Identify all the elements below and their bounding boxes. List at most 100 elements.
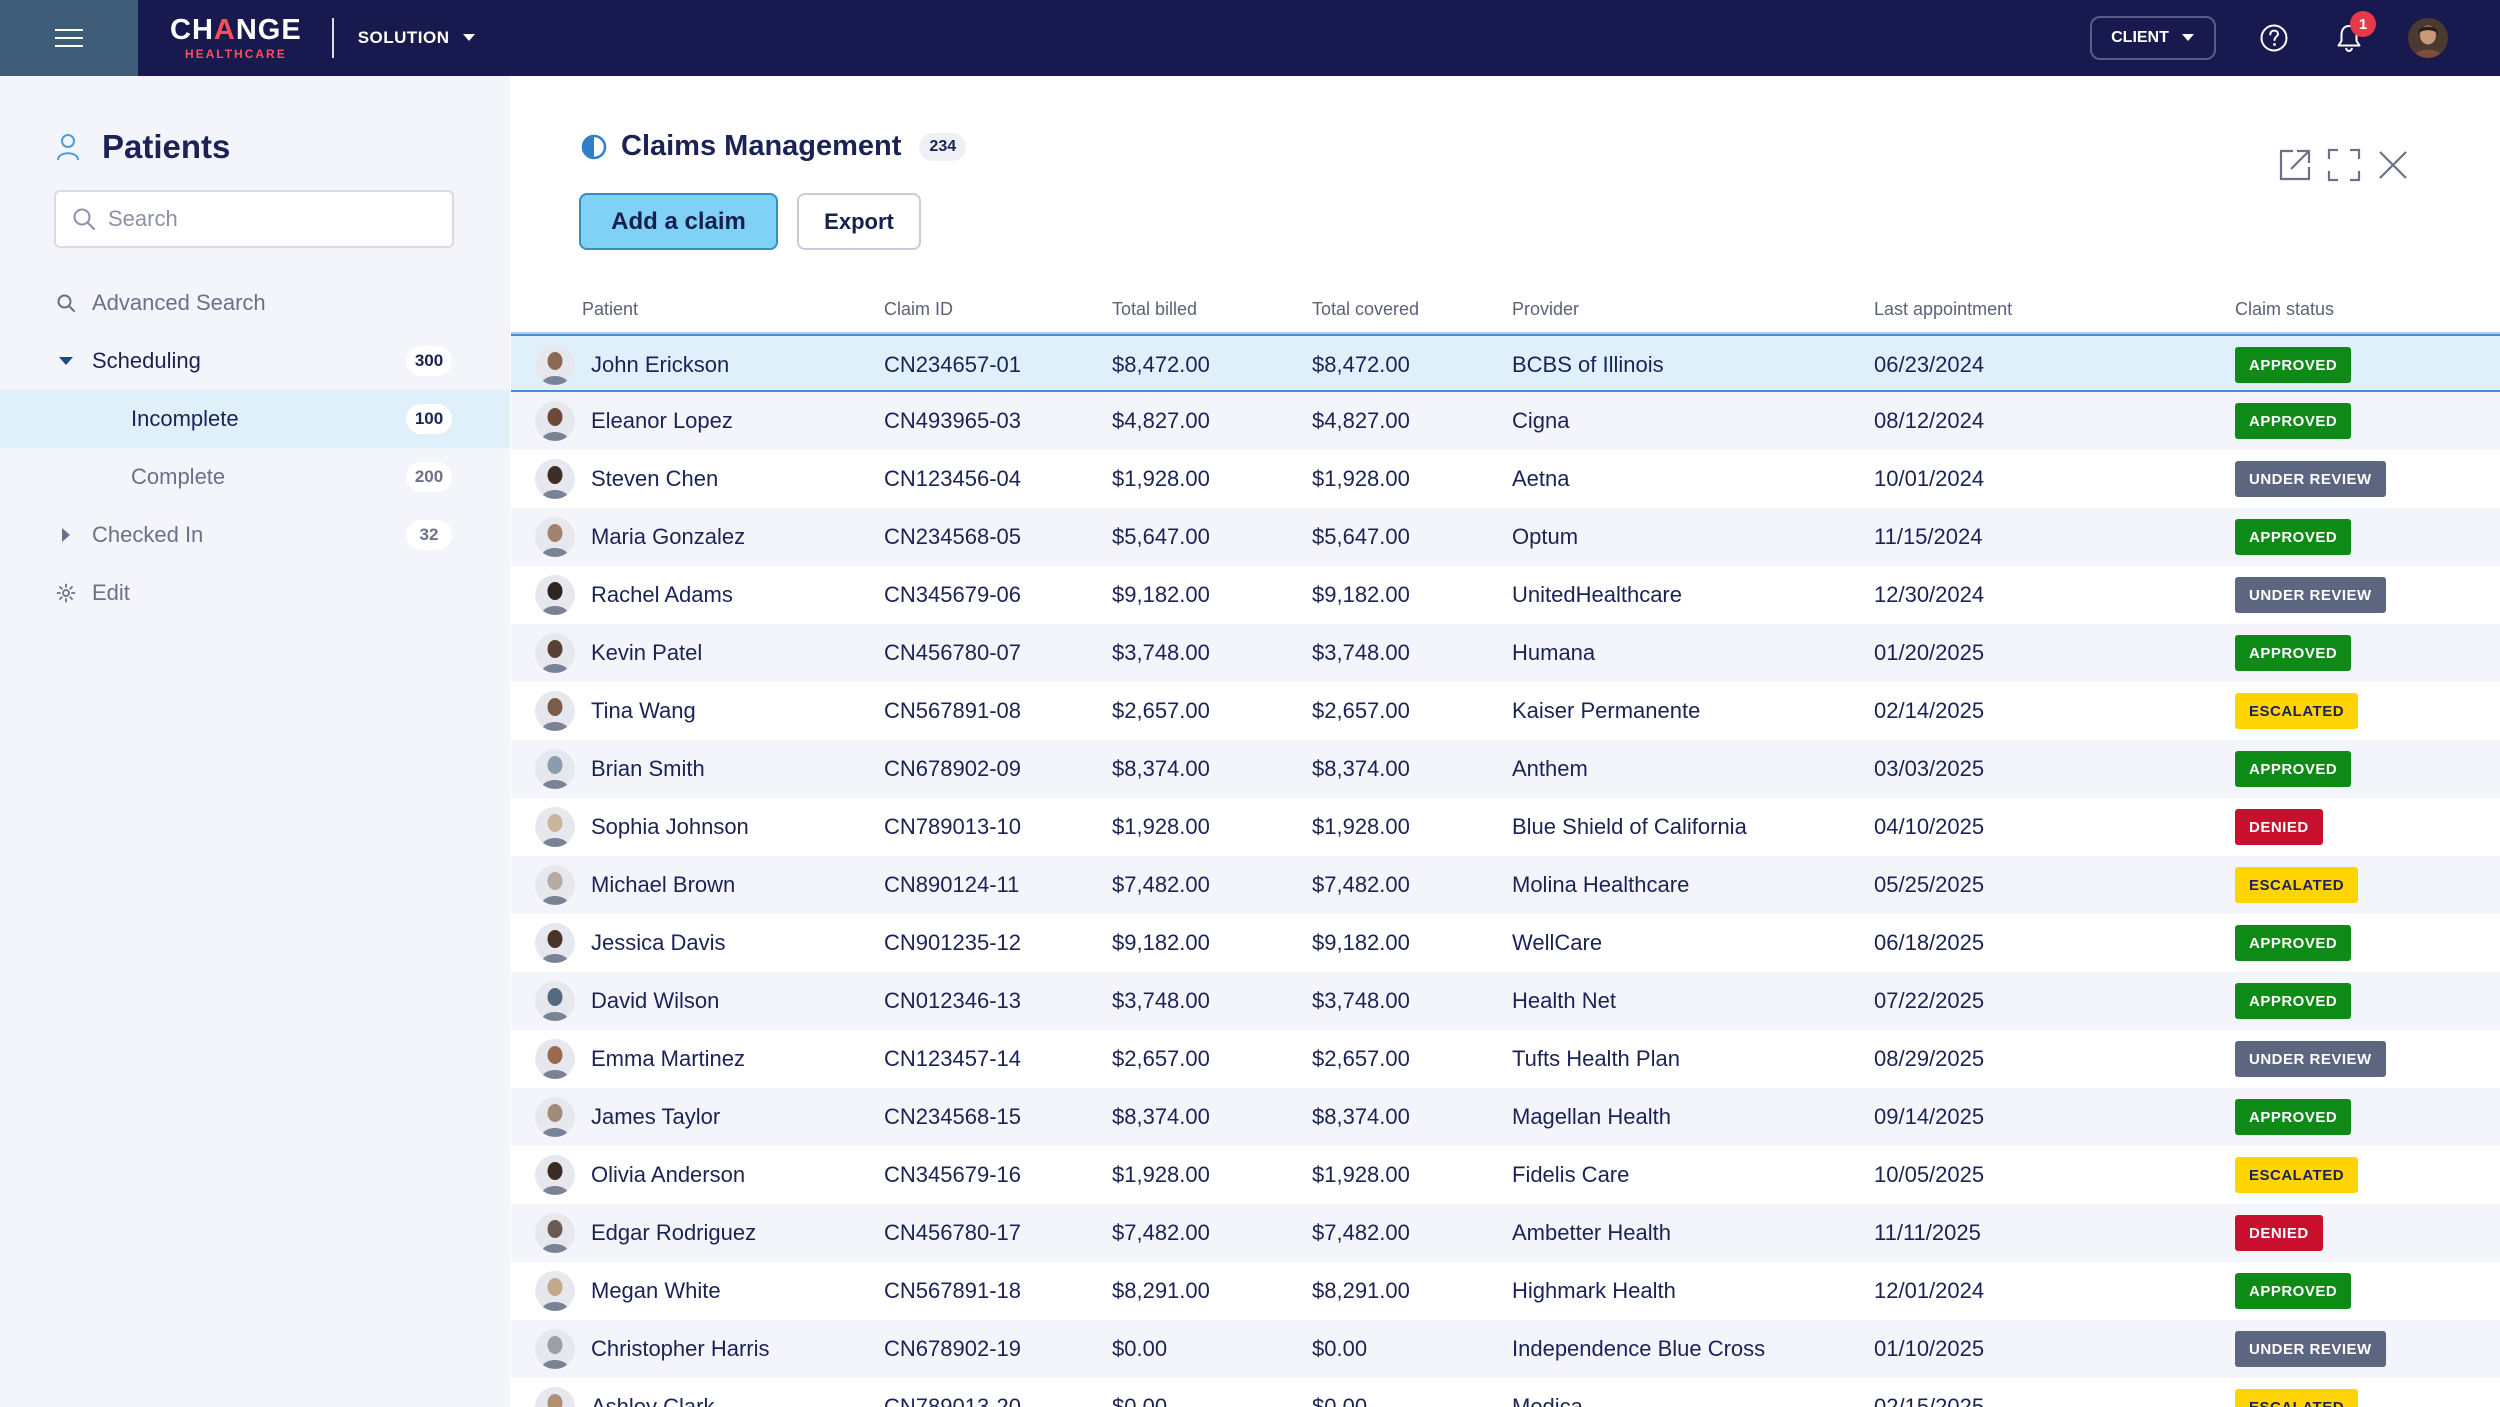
patient-icon [57, 134, 79, 161]
table-row[interactable]: Jessica Davis CN901235-12 $9,182.00 $9,182.… [511, 914, 2500, 972]
total-covered-cell: $3,748.00 [1312, 640, 1410, 665]
column-header-last-appointment[interactable]: Last appointment [1874, 299, 2012, 320]
claim-status-cell: APPROVED [2235, 972, 2352, 1030]
total-covered-cell: $2,657.00 [1312, 1046, 1410, 1071]
sidebar-item-edit[interactable]: Edit [0, 564, 510, 622]
total-billed-cell: $8,374.00 [1112, 756, 1210, 781]
table-row[interactable]: Maria Gonzalez CN234568-05 $5,647.00 $5,647… [511, 508, 2500, 566]
table-row[interactable]: Tina Wang CN567891-08 $2,657.00 $2,657.00 Ka… [511, 682, 2500, 740]
column-header-provider[interactable]: Provider [1512, 299, 1579, 320]
export-button[interactable]: Export [797, 193, 921, 250]
close-icon[interactable] [2375, 147, 2411, 183]
total-billed-cell: $9,182.00 [1112, 930, 1210, 955]
column-header-claim-id[interactable]: Claim ID [884, 299, 953, 320]
table-row[interactable]: Olivia Anderson CN345679-16 $1,928.00 $1,92… [511, 1146, 2500, 1204]
patient-avatar [535, 1155, 575, 1195]
patient-name-cell: Eleanor Lopez [591, 408, 733, 433]
claim-status-cell: APPROVED [2235, 914, 2352, 972]
claim-id-cell: CN234568-15 [884, 1104, 1021, 1129]
table-row[interactable]: John Erickson CN234657-01 $8,472.00 $8,472.… [511, 334, 2500, 392]
count-badge: 300 [406, 346, 452, 376]
sidebar-item-checked-in[interactable]: Checked In 32 [0, 506, 510, 564]
total-billed-cell: $1,928.00 [1112, 1162, 1210, 1187]
help-icon[interactable] [2258, 22, 2290, 54]
table-row[interactable]: Emma Martinez CN123457-14 $2,657.00 $2,657.… [511, 1030, 2500, 1088]
claim-status-cell: DENIED [2235, 1204, 2323, 1262]
last-appointment-cell: 11/11/2025 [1874, 1220, 1981, 1245]
total-billed-cell: $0.00 [1112, 1394, 1168, 1407]
patient-name-cell: Megan White [591, 1278, 721, 1303]
total-billed-cell: $3,748.00 [1112, 988, 1210, 1013]
total-covered-cell: $8,374.00 [1312, 1104, 1410, 1129]
total-covered-cell: $1,928.00 [1312, 466, 1410, 491]
claim-status-cell: ESCALATED [2235, 1378, 2359, 1407]
total-billed-cell: $8,374.00 [1112, 1104, 1210, 1129]
last-appointment-cell: 09/14/2025 [1874, 1104, 1985, 1129]
table-row[interactable]: Rachel Adams CN345679-06 $9,182.00 $9,182.0… [511, 566, 2500, 624]
table-row[interactable]: Eleanor Lopez CN493965-03 $4,827.00 $4,827.… [511, 392, 2500, 450]
top-navigation-bar: CHANGE HEALTHCARE SOLUTION CLIENT 1 [0, 0, 2500, 76]
column-header-total-billed[interactable]: Total billed [1112, 299, 1197, 320]
status-badge: APPROVED [2235, 983, 2352, 1019]
claim-id-cell: CN789013-20 [884, 1394, 1021, 1407]
total-billed-cell: $3,748.00 [1112, 640, 1210, 665]
solution-dropdown[interactable]: SOLUTION [358, 28, 476, 48]
column-header-total-covered[interactable]: Total covered [1312, 299, 1419, 320]
patient-avatar [535, 923, 575, 963]
status-badge: APPROVED [2235, 403, 2352, 439]
sidebar-item-complete[interactable]: Complete 200 [0, 448, 510, 506]
patient-name-cell: Brian Smith [591, 756, 705, 781]
table-row[interactable]: Kevin Patel CN456780-07 $3,748.00 $3,748.00… [511, 624, 2500, 682]
column-header-claim-status[interactable]: Claim status [2235, 299, 2334, 320]
table-row[interactable]: Michael Brown CN890124-11 $7,482.00 $7,482.… [511, 856, 2500, 914]
patient-avatar [535, 1329, 575, 1369]
logo-text-part: CH [170, 14, 214, 46]
client-dropdown[interactable]: CLIENT [2090, 16, 2216, 60]
provider-cell: UnitedHealthcare [1512, 582, 1682, 607]
avatar-image [2408, 18, 2448, 58]
sidebar-search[interactable] [54, 190, 454, 248]
table-row[interactable]: James Taylor CN234568-15 $8,374.00 $8,374.0… [511, 1088, 2500, 1146]
table-row[interactable]: Megan White CN567891-18 $8,291.00 $8,291.00… [511, 1262, 2500, 1320]
table-row[interactable]: Ashley Clark CN789013-20 $0.00 $0.00 Medica 0… [511, 1378, 2500, 1407]
caret-right-icon [62, 528, 70, 542]
patient-name-cell: James Taylor [591, 1104, 721, 1129]
patient-name-cell: John Erickson [591, 352, 730, 377]
last-appointment-cell: 12/30/2024 [1874, 582, 1985, 607]
patient-avatar [535, 517, 575, 557]
column-header-patient[interactable]: Patient [582, 299, 638, 320]
change-healthcare-logo[interactable]: CHANGE HEALTHCARE [170, 14, 302, 61]
provider-cell: Magellan Health [1512, 1104, 1671, 1129]
table-row[interactable]: Steven Chen CN123456-04 $1,928.00 $1,928.00… [511, 450, 2500, 508]
status-badge: APPROVED [2235, 347, 2352, 383]
table-row[interactable]: David Wilson CN012346-13 $3,748.00 $3,748.0… [511, 972, 2500, 1030]
claim-status-cell: APPROVED [2235, 392, 2352, 450]
total-covered-cell: $7,482.00 [1312, 872, 1410, 897]
patient-avatar [535, 1271, 575, 1311]
total-covered-cell: $4,827.00 [1312, 408, 1410, 433]
table-row[interactable]: Edgar Rodriguez CN456780-17 $7,482.00 $7,48… [511, 1204, 2500, 1262]
patient-name-cell: Tina Wang [591, 698, 696, 723]
open-external-icon[interactable] [2277, 147, 2313, 183]
last-appointment-cell: 01/20/2025 [1874, 640, 1985, 665]
sidebar-item-scheduling[interactable]: Scheduling 300 [0, 332, 510, 390]
claim-id-cell: CN123456-04 [884, 466, 1021, 491]
provider-cell: Optum [1512, 524, 1579, 549]
table-row[interactable]: Christopher Harris CN678902-19 $0.00 $0.00 I… [511, 1320, 2500, 1378]
provider-cell: Ambetter Health [1512, 1220, 1671, 1245]
fullscreen-icon[interactable] [2326, 147, 2362, 183]
table-row[interactable]: Sophia Johnson CN789013-10 $1,928.00 $1,928… [511, 798, 2500, 856]
search-input[interactable] [108, 206, 428, 232]
provider-cell: Tufts Health Plan [1512, 1046, 1680, 1071]
sidebar-item-incomplete[interactable]: Incomplete 100 [0, 390, 510, 448]
sidebar-item-advanced-search[interactable]: Advanced Search [0, 274, 510, 332]
notifications-button[interactable]: 1 [2332, 11, 2376, 55]
user-avatar[interactable] [2408, 18, 2448, 58]
table-row[interactable]: Brian Smith CN678902-09 $8,374.00 $8,374.00… [511, 740, 2500, 798]
menu-button[interactable] [0, 0, 138, 76]
patient-name-cell: David Wilson [591, 988, 720, 1013]
claim-id-cell: CN456780-17 [884, 1220, 1021, 1245]
status-badge: ESCALATED [2235, 693, 2359, 729]
add-claim-button[interactable]: Add a claim [579, 193, 778, 250]
patient-avatar [535, 1097, 575, 1137]
